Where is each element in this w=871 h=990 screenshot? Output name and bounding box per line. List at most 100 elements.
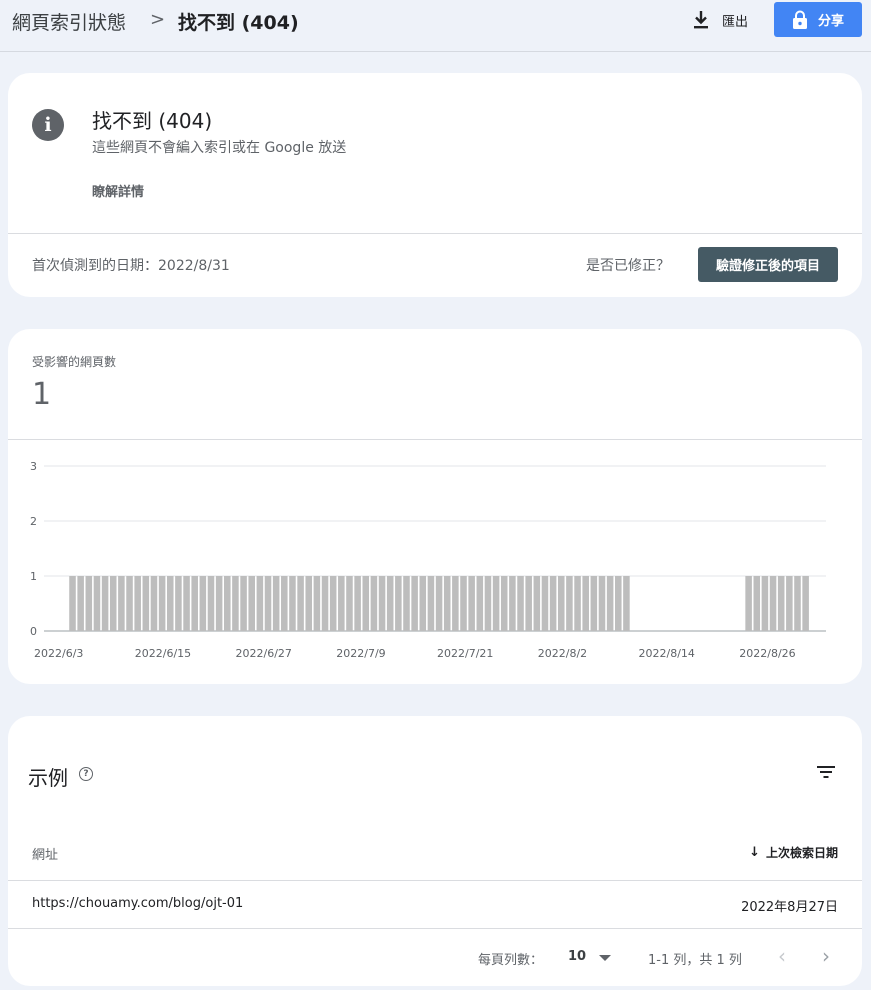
- rows-per-page-value: 10: [568, 949, 587, 964]
- chart-bar: [419, 576, 427, 631]
- chart-bar: [346, 576, 353, 631]
- chart-y-tick-label: 2: [30, 515, 37, 528]
- column-header-last-crawled[interactable]: ↓ 上次檢索日期: [749, 844, 838, 861]
- chart-bar: [386, 576, 394, 631]
- chart-bar: [566, 576, 573, 631]
- chart-bar: [126, 576, 133, 631]
- chart-bar: [802, 576, 809, 631]
- breadcrumb-root[interactable]: 網頁索引狀態: [12, 8, 126, 35]
- chart-bar: [598, 576, 606, 631]
- chart-x-tick-label: 2022/7/21: [437, 647, 493, 660]
- chart-bar: [118, 576, 125, 631]
- chart-bar: [101, 576, 109, 631]
- chart-bar: [557, 576, 565, 631]
- chart-bar: [615, 576, 622, 631]
- help-icon[interactable]: ?: [79, 767, 93, 781]
- issue-summary-card: i 找不到 (404) 這些網頁不會編入索引或在 Google 放送 瞭解詳情 …: [8, 73, 862, 297]
- chart-bar: [509, 576, 516, 631]
- chart-bar: [354, 576, 361, 631]
- share-button[interactable]: 分享: [774, 2, 862, 37]
- learn-more-link[interactable]: 瞭解詳情: [92, 181, 144, 200]
- export-button[interactable]: 匯出: [692, 8, 748, 32]
- chart-bar: [166, 576, 174, 631]
- chart-bar: [745, 576, 752, 631]
- table-row[interactable]: https://chouamy.com/blog/ojt-01 2022年8月2…: [8, 881, 862, 928]
- breadcrumb-current: 找不到 (404): [178, 12, 299, 34]
- caret-down-icon: [599, 955, 611, 961]
- rows-per-page-label: 每頁列數：: [478, 953, 544, 968]
- chart-bar: [492, 576, 500, 631]
- examples-card: 示例 ? 網址 ↓ 上次檢索日期 https://chouamy.com/blo…: [8, 716, 862, 986]
- share-label: 分享: [817, 14, 844, 29]
- chart-bar: [256, 576, 264, 631]
- chart-bar: [468, 576, 475, 631]
- chart-bar: [517, 576, 524, 631]
- chart-bar: [769, 576, 777, 631]
- issue-subtitle: 這些網頁不會編入索引或在 Google 放送: [92, 140, 347, 156]
- chart-bar: [240, 576, 247, 631]
- chart-bar: [215, 576, 223, 631]
- examples-title: 示例: [28, 766, 68, 790]
- chart-x-tick-label: 2022/6/27: [236, 647, 292, 660]
- chart-x-tick-label: 2022/8/14: [639, 647, 695, 660]
- chart-bar: [321, 576, 329, 631]
- chart-x-tick-label: 2022/7/9: [336, 647, 385, 660]
- chart-bar: [272, 576, 280, 631]
- chart-y-tick-label: 0: [30, 625, 37, 638]
- previous-page-button[interactable]: ‹: [778, 944, 786, 968]
- info-icon: i: [32, 109, 64, 141]
- breadcrumb-separator-icon: >: [150, 9, 166, 30]
- chart-bar: [77, 576, 84, 631]
- chart-bar: [378, 576, 386, 631]
- chart-bar: [281, 576, 288, 631]
- chart-bar: [582, 576, 589, 631]
- chart-x-tick-label: 2022/8/2: [538, 647, 587, 660]
- chart-y-tick-label: 1: [30, 570, 37, 583]
- chart-bar: [606, 576, 614, 631]
- row-last-crawled: 2022年8月27日: [741, 900, 838, 915]
- next-page-button[interactable]: ›: [822, 944, 830, 968]
- chart-bar: [264, 576, 272, 631]
- filter-icon[interactable]: [816, 764, 836, 780]
- chart-bar: [794, 576, 801, 631]
- chart-bar: [484, 576, 492, 631]
- rows-per-page-select[interactable]: 10: [568, 948, 620, 968]
- chart-x-tick-label: 2022/6/3: [34, 647, 83, 660]
- pagination-info: 1-1 列，共 1 列: [648, 953, 742, 968]
- chart-bar: [786, 576, 793, 631]
- chart-bar: [452, 576, 459, 631]
- chart-bar: [753, 576, 761, 631]
- chart-bar: [142, 576, 150, 631]
- chart-bar: [329, 576, 337, 631]
- chart-x-tick-label: 2022/6/15: [135, 647, 191, 660]
- download-icon: [694, 11, 708, 29]
- lock-icon: [792, 10, 807, 29]
- chart-bar: [403, 576, 410, 631]
- chart-bar: [370, 576, 378, 631]
- chart-bar: [427, 576, 435, 631]
- chart-bar: [248, 576, 255, 631]
- divider: [8, 233, 862, 234]
- chart-bar: [207, 576, 215, 631]
- chart-bar: [395, 576, 402, 631]
- chart-bar: [541, 576, 549, 631]
- chart-bar: [411, 576, 418, 631]
- chart-bar: [549, 576, 557, 631]
- chart-bar: [500, 576, 508, 631]
- chart-bar: [777, 576, 785, 631]
- chart-bar: [313, 576, 321, 631]
- chart-bar: [224, 576, 231, 631]
- chart-bar: [134, 576, 141, 631]
- chart-bar: [175, 576, 182, 631]
- chart-bar: [574, 576, 581, 631]
- chart-bar: [199, 576, 207, 631]
- chart-bar: [525, 576, 532, 631]
- chart-bar: [232, 576, 239, 631]
- validate-fix-button[interactable]: 驗證修正後的項目: [698, 247, 838, 282]
- fixed-question: 是否已修正？: [586, 258, 670, 274]
- chart-bar: [443, 576, 451, 631]
- chart-bar: [761, 576, 769, 631]
- arrow-down-icon: ↓: [749, 845, 760, 860]
- row-url: https://chouamy.com/blog/ojt-01: [32, 896, 244, 911]
- chart-x-tick-label: 2022/8/26: [739, 647, 795, 660]
